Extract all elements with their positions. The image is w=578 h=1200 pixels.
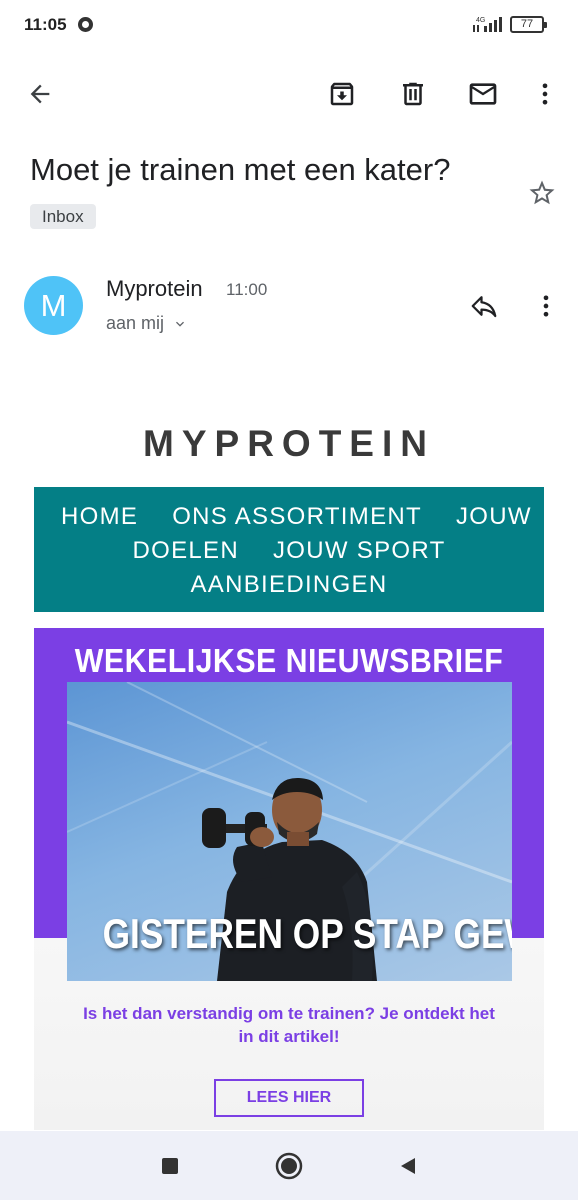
- square-icon[interactable]: [155, 1151, 185, 1181]
- archive-icon[interactable]: [320, 70, 364, 118]
- email-subject: Moet je trainen met een kater?: [30, 152, 451, 187]
- chevron-down-icon: [176, 321, 185, 327]
- nav-link-doelen-part2[interactable]: DOELEN: [132, 534, 239, 568]
- newsletter-nav: HOME ONS ASSORTIMENT JOUW DOELEN JOUW SPORT…: [34, 487, 544, 612]
- recipient-label: aan mij: [106, 313, 165, 333]
- triangle-back-icon[interactable]: [393, 1151, 423, 1181]
- reply-icon[interactable]: [464, 286, 504, 326]
- hero-overlay-text: GISTEREN OP STAP GEWEEST?: [102, 910, 512, 957]
- arrow-left-icon[interactable]: [18, 70, 62, 118]
- circle-icon[interactable]: [274, 1151, 304, 1181]
- nav-link-aanbiedingen[interactable]: AANBIEDINGEN: [191, 568, 388, 602]
- hero-subtitle: Is het dan verstandig om te trainen? Je …: [83, 1004, 495, 1046]
- hero-image[interactable]: GISTEREN OP STAP GEWEEST?: [67, 682, 512, 981]
- nav-line-3: AANBIEDINGEN: [44, 568, 534, 602]
- brand-logo[interactable]: MYPROTEIN: [0, 423, 578, 465]
- hero-heading: WEKELIJKSE NIEUWSBRIEF: [74, 642, 504, 679]
- nav-link-assortiment[interactable]: ONS ASSORTIMENT: [172, 500, 422, 534]
- star-icon[interactable]: [524, 175, 560, 211]
- lees-hier-button[interactable]: LEES HIER: [214, 1079, 364, 1117]
- hero-section: WEKELIJKSE NIEUWSBRIEF GISTEREN OP STAP …: [34, 628, 544, 1130]
- nav-line-2: DOELEN JOUW SPORT: [44, 534, 534, 568]
- sender-time: 11:00: [226, 280, 268, 299]
- avatar[interactable]: M: [24, 276, 83, 335]
- sender-name: Myprotein: [106, 276, 203, 301]
- status-time: 11:05: [24, 15, 67, 34]
- trash-icon[interactable]: [391, 70, 435, 118]
- recipient-toggle[interactable]: aan mij: [106, 313, 188, 334]
- battery-icon: 77: [510, 16, 547, 33]
- signal-icon: 4G: [470, 14, 504, 34]
- network-type: 4G: [476, 17, 485, 24]
- nav-line-1: HOME ONS ASSORTIMENT JOUW: [44, 500, 534, 534]
- chrome-icon: [78, 17, 93, 32]
- more-vert-icon[interactable]: [523, 70, 567, 118]
- battery-level: 77: [520, 18, 534, 30]
- nav-link-sport[interactable]: JOUW SPORT: [273, 534, 446, 568]
- inbox-label-chip[interactable]: Inbox: [30, 204, 96, 229]
- nav-link-doelen-part1[interactable]: JOUW: [456, 500, 532, 534]
- mail-icon[interactable]: [461, 70, 505, 118]
- more-vert-icon[interactable]: [526, 286, 566, 326]
- email-toolbar: [0, 70, 578, 120]
- system-navigation-bar: [0, 1131, 578, 1200]
- status-bar: 11:05 4G 77: [0, 0, 578, 50]
- nav-link-home[interactable]: HOME: [61, 500, 138, 534]
